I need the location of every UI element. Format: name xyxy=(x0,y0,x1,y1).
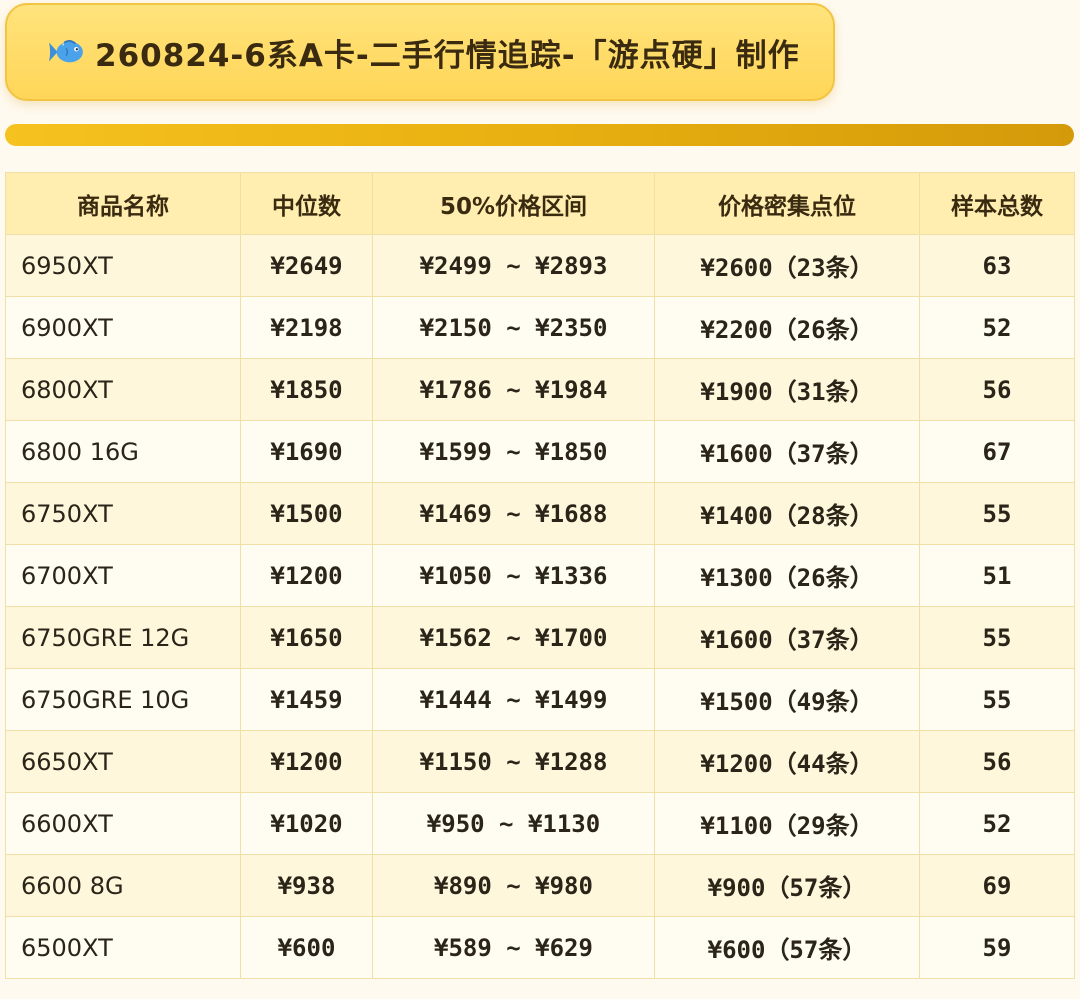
median-price-cell: ¥1690 xyxy=(240,420,373,483)
median-price-cell: ¥2198 xyxy=(240,296,373,359)
table-row: 6600XT ¥1020 ¥950 ~ ¥1130 ¥1100（29条） 52 xyxy=(5,792,1075,855)
sample-count-cell: 56 xyxy=(919,730,1075,793)
median-price-cell: ¥1459 xyxy=(240,668,373,731)
sample-count-cell: 55 xyxy=(919,482,1075,545)
price-range-cell: ¥1150 ~ ¥1288 xyxy=(372,730,655,793)
sample-count-cell: 51 xyxy=(919,544,1075,607)
median-price-cell: ¥1020 xyxy=(240,792,373,855)
table-row: 6700XT ¥1200 ¥1050 ~ ¥1336 ¥1300（26条） 51 xyxy=(5,544,1075,607)
sample-count-cell: 59 xyxy=(919,916,1075,979)
median-price-cell: ¥1200 xyxy=(240,544,373,607)
dense-price-cell: ¥1200（44条） xyxy=(654,730,920,793)
column-header: 50%价格区间 xyxy=(372,172,655,235)
product-name-cell: 6950XT xyxy=(5,234,241,297)
column-header: 商品名称 xyxy=(5,172,241,235)
price-range-cell: ¥589 ~ ¥629 xyxy=(372,916,655,979)
product-name-cell: 6650XT xyxy=(5,730,241,793)
product-name-cell: 6900XT xyxy=(5,296,241,359)
dense-price-cell: ¥600（57条） xyxy=(654,916,920,979)
column-header: 中位数 xyxy=(240,172,373,235)
table-row: 6750XT ¥1500 ¥1469 ~ ¥1688 ¥1400（28条） 55 xyxy=(5,482,1075,545)
median-price-cell: ¥1500 xyxy=(240,482,373,545)
table-header-row: 商品名称 中位数 50%价格区间 价格密集点位 样本总数 xyxy=(5,172,1075,235)
median-price-cell: ¥1650 xyxy=(240,606,373,669)
title-banner: 260824-6系A卡-二手行情追踪-「游点硬」制作 xyxy=(5,3,835,101)
table-row: 6650XT ¥1200 ¥1150 ~ ¥1288 ¥1200（44条） 56 xyxy=(5,730,1075,793)
table-row: 6800XT ¥1850 ¥1786 ~ ¥1984 ¥1900（31条） 56 xyxy=(5,358,1075,421)
table-row: 6900XT ¥2198 ¥2150 ~ ¥2350 ¥2200（26条） 52 xyxy=(5,296,1075,359)
dense-price-cell: ¥1600（37条） xyxy=(654,420,920,483)
product-name-cell: 6700XT xyxy=(5,544,241,607)
dense-price-cell: ¥1300（26条） xyxy=(654,544,920,607)
table-row: 6950XT ¥2649 ¥2499 ~ ¥2893 ¥2600（23条） 63 xyxy=(5,234,1075,297)
price-range-cell: ¥1599 ~ ¥1850 xyxy=(372,420,655,483)
price-range-cell: ¥2499 ~ ¥2893 xyxy=(372,234,655,297)
median-price-cell: ¥1200 xyxy=(240,730,373,793)
sample-count-cell: 67 xyxy=(919,420,1075,483)
median-price-cell: ¥938 xyxy=(240,854,373,917)
column-header: 样本总数 xyxy=(919,172,1075,235)
sample-count-cell: 69 xyxy=(919,854,1075,917)
dense-price-cell: ¥1600（37条） xyxy=(654,606,920,669)
price-range-cell: ¥1444 ~ ¥1499 xyxy=(372,668,655,731)
product-name-cell: 6800XT xyxy=(5,358,241,421)
table-row: 6500XT ¥600 ¥589 ~ ¥629 ¥600（57条） 59 xyxy=(5,916,1075,979)
dense-price-cell: ¥2600（23条） xyxy=(654,234,920,297)
sample-count-cell: 55 xyxy=(919,668,1075,731)
product-name-cell: 6600XT xyxy=(5,792,241,855)
price-range-cell: ¥1050 ~ ¥1336 xyxy=(372,544,655,607)
dense-price-cell: ¥1500（49条） xyxy=(654,668,920,731)
median-price-cell: ¥1850 xyxy=(240,358,373,421)
table-row: 6750GRE 12G ¥1650 ¥1562 ~ ¥1700 ¥1600（37条） 5… xyxy=(5,606,1075,669)
divider-bar xyxy=(5,124,1074,146)
dense-price-cell: ¥1100（29条） xyxy=(654,792,920,855)
median-price-cell: ¥600 xyxy=(240,916,373,979)
column-header: 价格密集点位 xyxy=(654,172,920,235)
price-range-cell: ¥890 ~ ¥980 xyxy=(372,854,655,917)
product-name-cell: 6750GRE 12G xyxy=(5,606,241,669)
dense-price-cell: ¥1900（31条） xyxy=(654,358,920,421)
price-range-cell: ¥1786 ~ ¥1984 xyxy=(372,358,655,421)
dense-price-cell: ¥900（57条） xyxy=(654,854,920,917)
product-name-cell: 6750GRE 10G xyxy=(5,668,241,731)
sample-count-cell: 55 xyxy=(919,606,1075,669)
price-range-cell: ¥1469 ~ ¥1688 xyxy=(372,482,655,545)
median-price-cell: ¥2649 xyxy=(240,234,373,297)
price-range-cell: ¥2150 ~ ¥2350 xyxy=(372,296,655,359)
product-name-cell: 6600 8G xyxy=(5,854,241,917)
dense-price-cell: ¥1400（28条） xyxy=(654,482,920,545)
table-row: 6600 8G ¥938 ¥890 ~ ¥980 ¥900（57条） 69 xyxy=(5,854,1075,917)
product-name-cell: 6500XT xyxy=(5,916,241,979)
sample-count-cell: 52 xyxy=(919,296,1075,359)
table-row: 6800 16G ¥1690 ¥1599 ~ ¥1850 ¥1600（37条） 67 xyxy=(5,420,1075,483)
sample-count-cell: 63 xyxy=(919,234,1075,297)
fish-icon xyxy=(49,40,83,63)
table-body: 6950XT ¥2649 ¥2499 ~ ¥2893 ¥2600（23条） 63 6900… xyxy=(5,234,1075,979)
table-row: 6750GRE 10G ¥1459 ¥1444 ~ ¥1499 ¥1500（49条） 5… xyxy=(5,668,1075,731)
product-name-cell: 6750XT xyxy=(5,482,241,545)
sample-count-cell: 56 xyxy=(919,358,1075,421)
dense-price-cell: ¥2200（26条） xyxy=(654,296,920,359)
sample-count-cell: 52 xyxy=(919,792,1075,855)
price-range-cell: ¥950 ~ ¥1130 xyxy=(372,792,655,855)
price-range-cell: ¥1562 ~ ¥1700 xyxy=(372,606,655,669)
page-title: 260824-6系A卡-二手行情追踪-「游点硬」制作 xyxy=(95,37,800,74)
price-table: 商品名称 中位数 50%价格区间 价格密集点位 样本总数 6950XT ¥2649… xyxy=(5,172,1075,979)
product-name-cell: 6800 16G xyxy=(5,420,241,483)
